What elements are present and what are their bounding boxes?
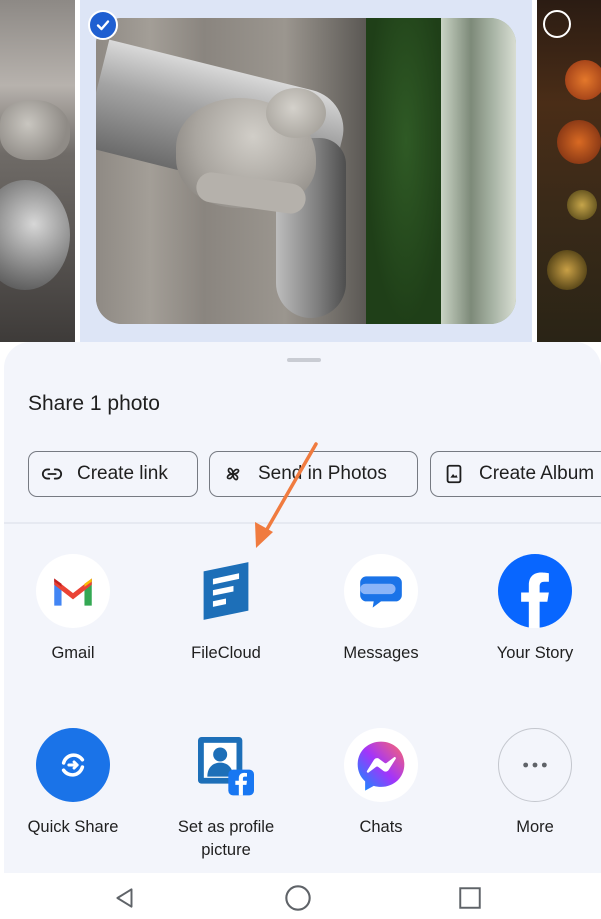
send-in-photos-button[interactable]: Send in Photos [209, 451, 418, 497]
app-label: FileCloud [191, 644, 261, 662]
share-target-filecloud[interactable]: FileCloud [151, 554, 301, 665]
share-target-your-story[interactable]: Your Story [460, 554, 601, 665]
gmail-icon [36, 554, 110, 628]
photo-thumbnail-next[interactable] [537, 0, 601, 342]
photo-content [547, 250, 587, 290]
send-in-photos-label: Send in Photos [258, 463, 387, 484]
drag-handle[interactable] [287, 358, 321, 362]
selected-photo-container[interactable] [80, 0, 532, 342]
sheet-title: Share 1 photo [28, 392, 160, 415]
photo-content [0, 100, 70, 160]
share-sheet: Share 1 photo Create link Send in Photos… [4, 342, 601, 873]
share-target-gmail[interactable]: Gmail [0, 554, 148, 665]
link-icon [41, 463, 63, 485]
filecloud-icon [189, 554, 263, 628]
back-icon[interactable] [108, 881, 142, 915]
messenger-icon [344, 728, 418, 802]
share-target-messages[interactable]: Messages [306, 554, 456, 665]
quick-share-icon [36, 728, 110, 802]
system-navigation-bar [0, 873, 601, 919]
share-target-set-profile-picture[interactable]: Set as profile picture [151, 728, 301, 862]
create-link-label: Create link [77, 463, 168, 484]
selected-check-icon[interactable] [88, 10, 118, 40]
photo-strip [0, 0, 601, 342]
share-target-chats[interactable]: Chats [306, 728, 456, 839]
app-label: More [516, 818, 554, 836]
app-label: Your Story [496, 644, 574, 662]
unselected-circle-icon[interactable] [543, 10, 571, 38]
app-label: Messages [343, 644, 419, 662]
share-target-quick-share[interactable]: Quick Share [0, 728, 148, 839]
photo-content [557, 120, 601, 164]
photo-content [565, 60, 601, 100]
home-icon[interactable] [281, 881, 315, 915]
app-label: Gmail [51, 644, 95, 662]
divider [4, 522, 601, 524]
more-icon [498, 728, 572, 802]
selected-photo[interactable] [96, 18, 516, 324]
album-icon [443, 463, 465, 485]
photo-content [366, 18, 446, 324]
create-album-button[interactable]: Create Album [430, 451, 601, 497]
app-label: Quick Share [27, 818, 119, 836]
photo-content [441, 18, 516, 324]
profile-picture-icon [189, 728, 263, 802]
create-album-label: Create Album [479, 463, 595, 484]
create-link-button[interactable]: Create link [28, 451, 198, 497]
photo-content [567, 190, 597, 220]
messages-icon [344, 554, 418, 628]
share-target-more[interactable]: More [460, 728, 601, 839]
recents-icon[interactable] [453, 881, 487, 915]
app-label: Chats [359, 818, 403, 836]
app-label: Set as profile picture [177, 818, 275, 859]
pinwheel-icon [222, 463, 244, 485]
photo-content [0, 180, 70, 290]
photo-thumbnail-previous[interactable] [0, 0, 75, 342]
photo-content [266, 88, 326, 138]
facebook-icon [498, 554, 572, 628]
